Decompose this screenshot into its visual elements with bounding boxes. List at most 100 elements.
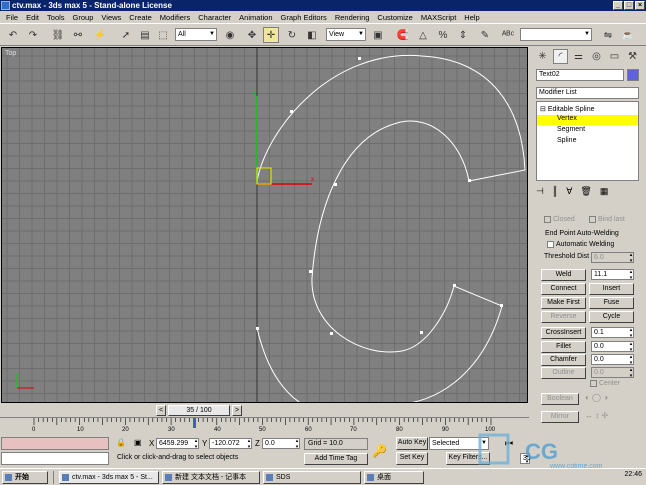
close-button[interactable]: ×: [635, 1, 645, 10]
select-scale-icon[interactable]: ◧: [304, 27, 320, 43]
percent-snap-icon[interactable]: %: [435, 27, 451, 43]
weld-button[interactable]: Weld: [541, 269, 586, 281]
time-next-button[interactable]: >: [232, 405, 242, 416]
boolean-ops-icons[interactable]: ◐ ◯ ◑: [585, 393, 633, 405]
menu-group[interactable]: Group: [69, 13, 98, 22]
pin-stack-icon[interactable]: ⊣: [536, 186, 544, 197]
stack-item-segment[interactable]: Segment: [557, 126, 585, 133]
center-checkbox[interactable]: Center: [590, 380, 620, 387]
named-selection-sets-dropdown[interactable]: [520, 28, 592, 41]
taskbar-item-3dsmax[interactable]: ctv.max - 3ds max 5 - St...: [59, 470, 159, 484]
utilities-tab-icon[interactable]: ⚒: [625, 49, 640, 64]
snap-toggle-icon[interactable]: 🧲: [395, 27, 411, 43]
menu-character[interactable]: Character: [194, 13, 235, 22]
menu-modifiers[interactable]: Modifiers: [156, 13, 194, 22]
mirror-axis-icons[interactable]: ↔ ↕ ✢: [585, 411, 633, 423]
render-teapot-icon[interactable]: ☕: [620, 27, 636, 43]
reference-coordinate-dropdown[interactable]: View: [326, 28, 366, 41]
boolean-button[interactable]: Boolean: [541, 393, 579, 405]
weld-spinner[interactable]: 11.1: [591, 269, 634, 281]
menu-file[interactable]: File: [2, 13, 22, 22]
add-time-tag-button[interactable]: Add Time Tag: [304, 453, 368, 465]
cross-insert-spinner[interactable]: 0.1: [591, 327, 634, 339]
cross-insert-button[interactable]: CrossInsert: [541, 327, 586, 339]
region-select-icon[interactable]: ⬚: [155, 27, 171, 43]
maxscript-listener[interactable]: [1, 437, 109, 450]
insert-button[interactable]: Insert: [589, 283, 634, 295]
cycle-button[interactable]: Cycle: [589, 311, 634, 323]
outline-button[interactable]: Outline: [541, 367, 586, 379]
undo-icon[interactable]: ↶: [5, 27, 21, 43]
menu-customize[interactable]: Customize: [373, 13, 416, 22]
menu-help[interactable]: Help: [460, 13, 483, 22]
maximize-button[interactable]: □: [624, 1, 634, 10]
menu-rendering[interactable]: Rendering: [331, 13, 374, 22]
automatic-welding-checkbox[interactable]: Automatic Welding: [547, 241, 614, 248]
top-viewport[interactable]: y x Top: [1, 47, 528, 403]
select-link-icon[interactable]: ⛓: [50, 27, 66, 43]
menu-create[interactable]: Create: [125, 13, 156, 22]
stack-item-spline[interactable]: Spline: [557, 137, 576, 144]
set-key-button[interactable]: Set Key: [396, 452, 428, 465]
angle-snap-icon[interactable]: △: [415, 27, 431, 43]
unlink-icon[interactable]: ⚯: [70, 27, 86, 43]
make-unique-icon[interactable]: ∀: [566, 186, 572, 197]
minimize-button[interactable]: _: [613, 1, 623, 10]
app-icon[interactable]: [1, 1, 10, 10]
time-slider-thumb[interactable]: 35 / 100: [168, 405, 230, 416]
menu-maxscript[interactable]: MAXScript: [417, 13, 460, 22]
modify-tab-icon[interactable]: ◜: [553, 49, 568, 64]
chamfer-button[interactable]: Chamfer: [541, 354, 586, 366]
menu-views[interactable]: Views: [97, 13, 125, 22]
x-coordinate-field[interactable]: 6459.299: [156, 438, 199, 450]
create-tab-icon[interactable]: ✳: [535, 49, 550, 64]
menu-edit[interactable]: Edit: [22, 13, 43, 22]
start-button[interactable]: 开始: [2, 470, 48, 484]
select-move-icon[interactable]: ✛: [263, 27, 279, 43]
show-end-result-icon[interactable]: ║: [552, 186, 558, 197]
taskbar-item-desktop[interactable]: 桌面: [364, 470, 424, 484]
closed-checkbox[interactable]: Closed: [544, 216, 575, 223]
fuse-button[interactable]: Fuse: [589, 297, 634, 309]
configure-sets-icon[interactable]: ▦: [600, 186, 609, 197]
taskbar-item-sds[interactable]: SDS: [263, 470, 361, 484]
mirror-icon[interactable]: ⇋: [600, 27, 616, 43]
spinner-snap-icon[interactable]: ⇕: [455, 27, 471, 43]
window-crossing-icon[interactable]: ◉: [222, 27, 238, 43]
threshold-spinner[interactable]: 6.0: [591, 252, 634, 264]
y-coordinate-field[interactable]: -120.072: [209, 438, 252, 450]
menu-graph-editors[interactable]: Graph Editors: [277, 13, 331, 22]
track-bar[interactable]: 0 10 20 30 40 50 60 70 80 90 100: [0, 417, 529, 435]
select-object-icon[interactable]: ➚: [118, 27, 134, 43]
fillet-button[interactable]: Fillet: [541, 341, 586, 353]
motion-tab-icon[interactable]: ◎: [589, 49, 604, 64]
maxscript-input[interactable]: [1, 452, 109, 465]
remove-modifier-icon[interactable]: 🗑: [580, 186, 591, 197]
taskbar-item-notepad[interactable]: 新建 文本文档 - 记事本: [162, 470, 260, 484]
select-manipulate-icon[interactable]: ✥: [244, 27, 260, 43]
fillet-spinner[interactable]: 0.0: [591, 341, 634, 353]
object-name-field[interactable]: Text02: [536, 69, 624, 81]
menu-animation[interactable]: Animation: [235, 13, 276, 22]
select-by-name-icon[interactable]: ▤: [137, 27, 153, 43]
abc-icon[interactable]: ᴬᴮᶜ: [500, 27, 516, 43]
absolute-mode-icon[interactable]: ▣: [134, 438, 142, 447]
connect-button[interactable]: Connect: [541, 283, 586, 295]
named-selection-icon[interactable]: ✎: [477, 27, 493, 43]
stack-item-vertex[interactable]: Vertex: [537, 115, 638, 125]
stack-item-editable-spline[interactable]: ⊟ Editable Spline: [540, 105, 595, 113]
select-rotate-icon[interactable]: ↻: [284, 27, 300, 43]
outline-spinner[interactable]: 0.0: [591, 367, 634, 379]
make-first-button[interactable]: Make First: [541, 297, 586, 309]
modifier-list-dropdown[interactable]: Modifier List: [536, 87, 639, 99]
pivot-center-icon[interactable]: ▣: [370, 27, 386, 43]
viewport-label[interactable]: Top: [5, 50, 16, 57]
auto-key-button[interactable]: Auto Key: [396, 437, 428, 450]
object-color-swatch[interactable]: [627, 69, 639, 81]
bind-space-warp-icon[interactable]: ⚡: [92, 27, 108, 43]
time-slider[interactable]: < 35 / 100 >: [0, 405, 529, 417]
lock-selection-icon[interactable]: 🔒: [116, 438, 126, 447]
hierarchy-tab-icon[interactable]: ⚌: [571, 49, 586, 64]
time-prev-button[interactable]: <: [156, 405, 166, 416]
mirror-button[interactable]: Mirror: [541, 411, 579, 423]
